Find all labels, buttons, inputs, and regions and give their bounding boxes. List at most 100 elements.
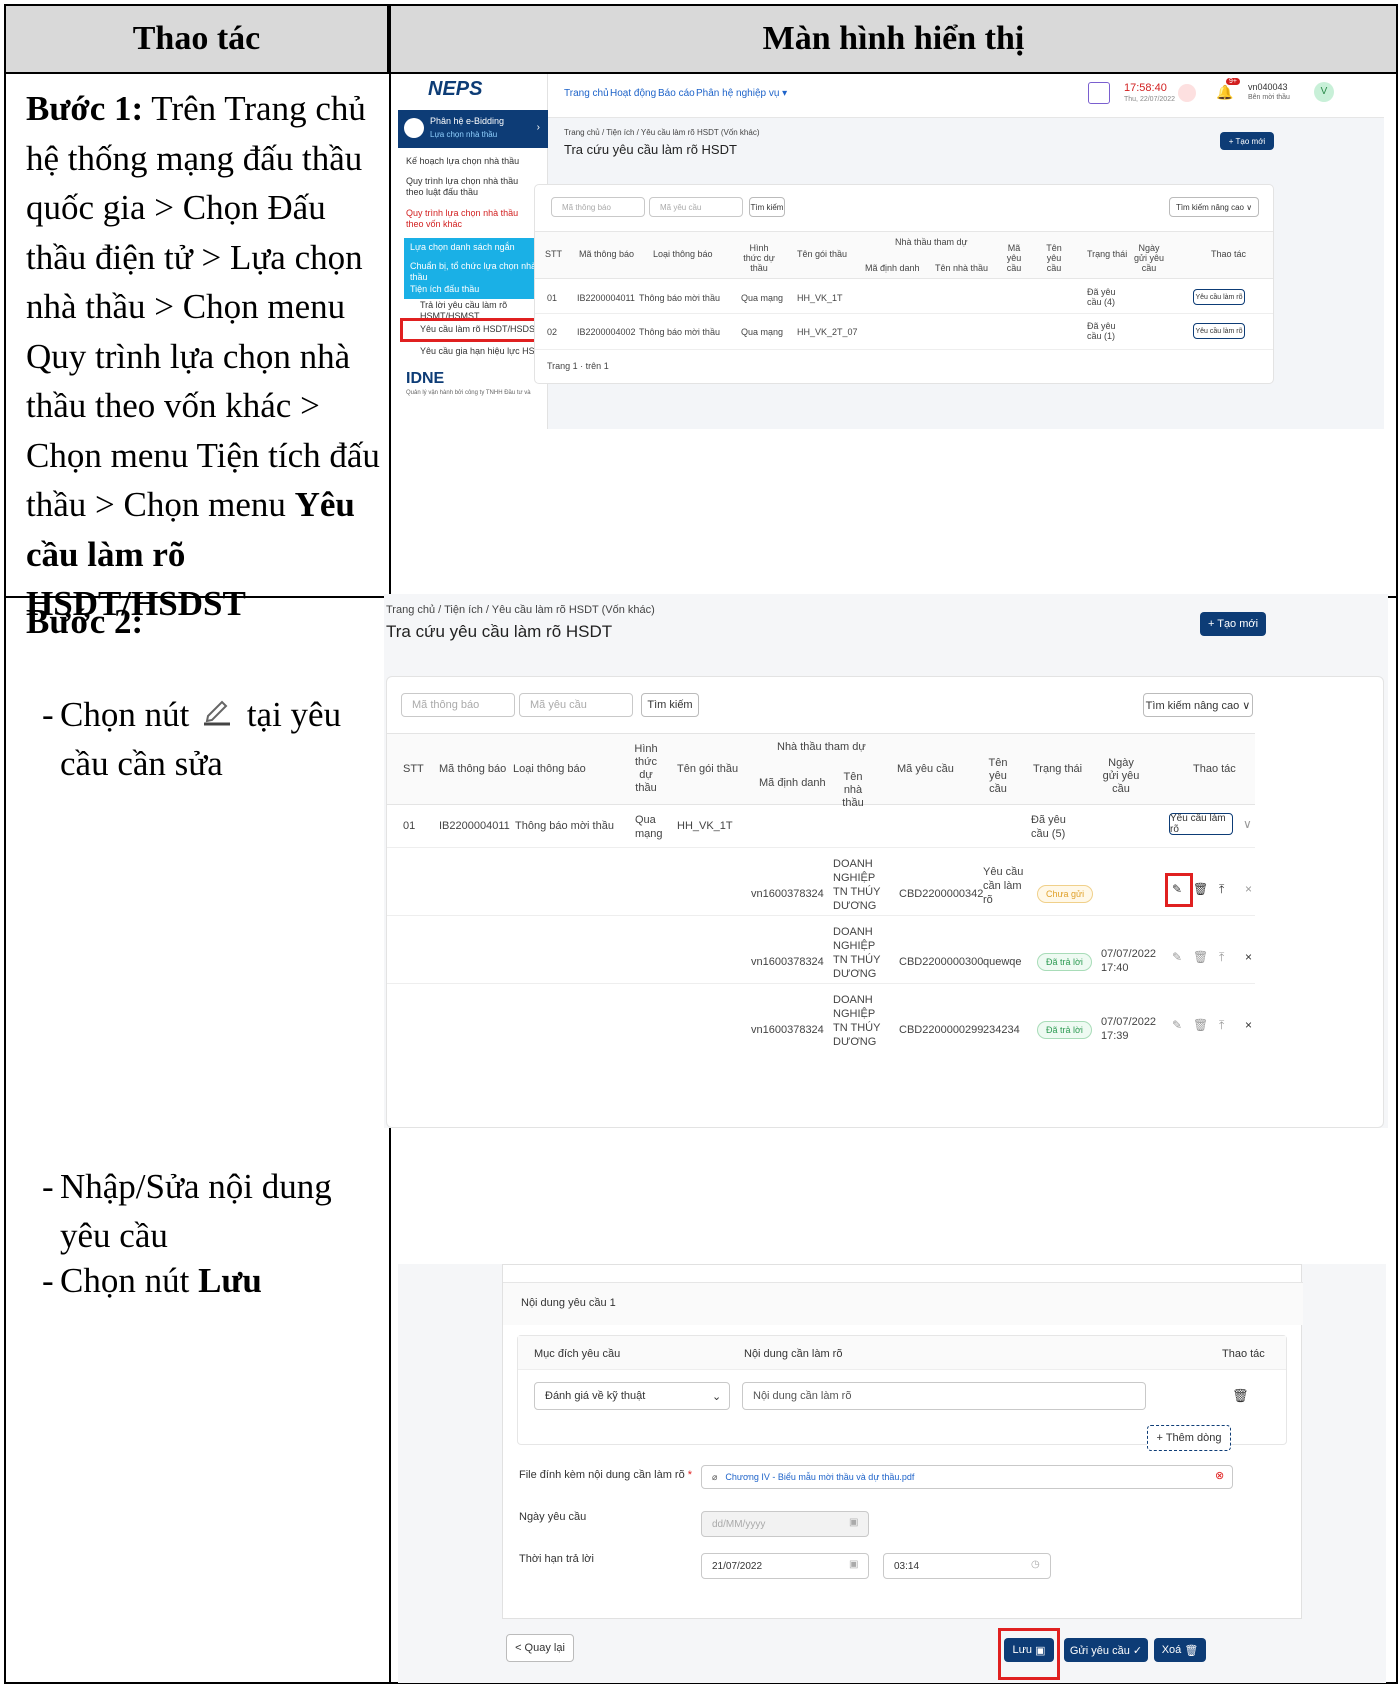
upload-icon: ⤒ [1219,1018,1225,1032]
th-form: Hình thức dự thầu [743,243,775,273]
row2-code[interactable]: IB2200004002 [577,327,636,337]
notice-code-input-2[interactable]: Mã thông báo [401,693,515,717]
request-date-input[interactable]: dd/MM/yyyy [701,1511,869,1537]
sidebar-item-law-process[interactable]: Quy trình lựa chọn nhà thầu theo luật đấ… [406,176,526,198]
row-clarify-button[interactable]: Yêu cầu làm rõ [1169,813,1233,835]
request-code-input[interactable]: Mã yêu cầu [649,197,743,217]
sidebar-item-shortlist[interactable]: Lựa chọn danh sách ngắn [404,238,544,257]
th-request-code: Mã yêu cầu [1006,243,1022,273]
step2-label: Bước 2: [26,602,144,641]
upload-icon[interactable]: ⤒ [1219,882,1224,897]
screenshot-edit-form: Nội dung yêu cầu 1 Mục đích yêu cầu Nội … [398,1264,1386,1683]
module-header[interactable]: Phân hệ e-Bidding Lựa chọn nhà thầu › [398,110,548,148]
th2-stt: STT [403,763,424,775]
th2-package: Tên gói thầu [677,763,739,775]
highlight-save-box [998,1628,1060,1680]
nav-report[interactable]: Báo cáo [658,88,695,99]
sidebar-item-utilities[interactable]: Tiện ích đấu thầu [404,280,544,299]
bullet3-bold: Lưu [198,1261,262,1300]
row2-type: Thông báo mời thầu [639,327,720,337]
trash-icon[interactable]: 🗑 [1232,1388,1249,1404]
back-button[interactable]: < Quay lại [506,1634,574,1662]
request-code-input-2[interactable]: Mã yêu cầu [519,693,633,717]
results-card-2: Mã thông báo Mã yêu cầu Tìm kiếm Tìm kiế… [386,676,1384,1128]
create-button-2[interactable]: + Tạo mới [1200,612,1266,636]
row2-form: Qua mạng [741,327,784,337]
notice-code-input[interactable]: Mã thông báo [551,197,645,217]
th2-code: Mã thông báo [439,763,507,775]
purpose-select[interactable]: Đánh giá về kỹ thuật [534,1382,730,1410]
step2-bullet-1: - Chọn nút tại yêu cầu cần sửa [42,690,380,788]
th-type: Loại thông báo [653,249,713,259]
sub3-id: vn1600378324 [751,1024,824,1036]
th-id: Mã định danh [865,263,920,273]
row1-type: Thông báo mời thầu [639,293,720,303]
sub3-name: DOANH NGHIỆP TN THÚY DƯƠNG [833,994,881,1048]
close-icon[interactable]: × [1245,1018,1252,1032]
sidebar-item-plan[interactable]: Kế hoạch lựa chọn nhà thầu [406,156,519,167]
col-purpose: Mục đích yêu cầu [534,1348,621,1360]
row1-status: Đã yêu cầu (4) [1087,287,1116,307]
calendar-icon[interactable] [1178,84,1196,102]
sub3-request-code[interactable]: CBD2200000299 [899,1023,983,1037]
sub2-request-code[interactable]: CBD2200000300 [899,955,983,969]
delete-label: Xoá [1161,1644,1182,1656]
row2-clarify-button[interactable]: Yêu cầu làm rõ [1193,323,1245,339]
trash-icon[interactable]: 🗑 [1193,882,1208,896]
sub2-name: DOANH NGHIỆP TN THÚY DƯƠNG [833,926,881,980]
deadline-label: Thời hạn trả lời [519,1553,594,1565]
chevron-down-icon[interactable]: ∨ [1243,817,1252,831]
th-request-name: Tên yêu cầu [1046,243,1062,273]
th2-date: Ngày gửi yêu cầu [1102,757,1140,795]
add-row-button[interactable]: + Thêm dòng [1147,1425,1231,1451]
pencil-edit-icon[interactable]: ✎ [1172,882,1182,896]
nav-home[interactable]: Trang chủ [564,88,609,99]
sidebar: NEPS Phân hệ e-Bidding Lựa chọn nhà thầu… [398,74,548,429]
file-name[interactable]: Chương IV - Biểu mẫu mời thầu và dự thầu… [725,1472,914,1482]
advanced-search-button[interactable]: Tìm kiếm nâng cao ∨ [1169,197,1259,217]
support-icon[interactable] [1088,82,1110,104]
th2-bidder-name: Tên nhà thầu [842,771,864,809]
search-button[interactable]: Tìm kiếm [749,197,785,217]
close-icon[interactable]: × [1245,950,1252,964]
advanced-search-button-2[interactable]: Tìm kiếm nâng cao ∨ [1143,693,1253,717]
header-col-screen: Màn hình hiển thị [391,6,1396,74]
row1-clarify-button[interactable]: Yêu cầu làm rõ [1193,289,1245,305]
bullet3-pre: Chọn nút [60,1261,199,1300]
th2-type: Loại thông báo [513,763,586,775]
col-content: Nội dung cần làm rõ [744,1348,843,1360]
sidebar-sub-extend[interactable]: Yêu cầu gia hạn hiệu lực HSDT [420,346,547,357]
delete-button[interactable]: Xoá 🗑 [1154,1638,1206,1662]
pagination[interactable]: Trang 1 · trên 1 [547,361,609,371]
avatar[interactable]: V [1314,82,1334,102]
th2-status: Trạng thái [1033,763,1083,775]
deadline-date-input[interactable]: 21/07/2022 [701,1553,869,1579]
row1-code[interactable]: IB2200004011 [577,293,635,303]
idne-caption: Quản lý vận hành bởi công ty TNHH Đầu tư… [406,390,531,396]
create-button[interactable]: + Tạo mới [1220,132,1274,150]
file-field[interactable]: ⌀ Chương IV - Biểu mẫu mời thầu và dự thầ… [701,1465,1233,1489]
pencil-icon [198,690,238,726]
col-action: Thao tác [1222,1348,1265,1360]
deadline-time-input[interactable]: 03:14 [883,1553,1051,1579]
th2-form: Hình thức dự thầu [634,743,658,794]
sidebar-item-other-capital[interactable]: Quy trình lựa chọn nhà thầu theo vốn khá… [406,208,526,230]
sub2-date: 07/07/2022 17:40 [1101,948,1157,974]
th-package: Tên gói thầu [797,249,848,259]
bell-icon[interactable]: 🔔 [1216,84,1233,101]
trash-icon: 🗑 [1193,950,1209,964]
bullet1-pre: Chọn nút [60,695,190,734]
sub1-request-code[interactable]: CBD2200000342 [899,887,983,901]
th2-id: Mã định danh [759,777,826,789]
user-role: Bên mời thầu [1248,94,1290,101]
row-code[interactable]: IB2200004011 [439,819,510,833]
close-icon[interactable]: × [1245,882,1252,896]
nav-activity[interactable]: Hoạt động [610,88,656,99]
user-name[interactable]: vn040043 [1248,82,1288,92]
nav-modules[interactable]: Phân hệ nghiệp vụ ▾ [696,88,787,99]
send-request-button[interactable]: Gửi yêu cầu ✓ [1064,1638,1148,1662]
search-button-2[interactable]: Tìm kiếm [641,693,699,717]
step1-label: Bước 1: [26,89,144,128]
content-textarea[interactable]: Nội dung cần làm rõ [742,1382,1146,1410]
remove-file-icon[interactable]: ⊗ [1215,1469,1224,1482]
